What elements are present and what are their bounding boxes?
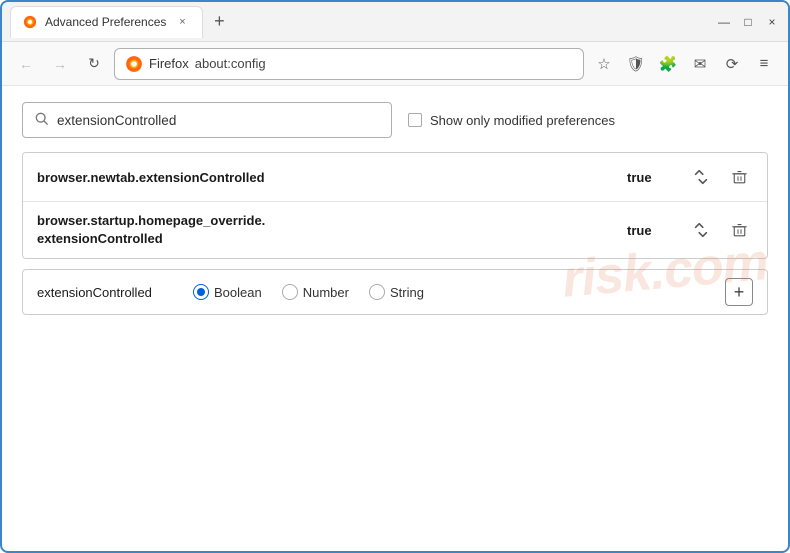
title-bar: Advanced Preferences × + — □ × xyxy=(2,2,788,42)
back-button[interactable]: ← xyxy=(12,50,40,78)
radio-number[interactable]: Number xyxy=(282,284,349,300)
shield-icon[interactable]: 🛡 xyxy=(622,50,650,78)
email-icon[interactable]: ✉ xyxy=(686,50,714,78)
firefox-favicon xyxy=(23,15,37,29)
delete-button-1[interactable] xyxy=(725,163,753,191)
type-radio-group: Boolean Number String xyxy=(193,284,424,300)
address-text: about:config xyxy=(195,56,266,71)
firefox-logo xyxy=(125,55,143,73)
maximize-button[interactable]: □ xyxy=(740,14,756,30)
address-bar[interactable]: Firefox about:config xyxy=(114,48,584,80)
search-icon xyxy=(35,112,49,129)
toggle-button-1[interactable] xyxy=(687,163,715,191)
pref-name-2: browser.startup.homepage_override. exten… xyxy=(37,212,627,248)
new-pref-row: extensionControlled Boolean Number Strin… xyxy=(22,269,768,315)
tab-title: Advanced Preferences xyxy=(45,15,166,29)
search-row: extensionControlled Show only modified p… xyxy=(22,102,768,138)
table-row: browser.newtab.extensionControlled true xyxy=(23,153,767,202)
radio-string-label: String xyxy=(390,285,424,300)
show-modified-checkbox[interactable] xyxy=(408,113,422,127)
toggle-button-2[interactable] xyxy=(687,216,715,244)
browser-tab[interactable]: Advanced Preferences × xyxy=(10,6,203,38)
show-modified-label: Show only modified preferences xyxy=(430,113,615,128)
radio-string-circle[interactable] xyxy=(369,284,385,300)
show-modified-row[interactable]: Show only modified preferences xyxy=(408,113,615,128)
pref-actions-1 xyxy=(687,163,753,191)
refresh-button[interactable]: ↻ xyxy=(80,50,108,78)
new-pref-name: extensionControlled xyxy=(37,285,177,300)
window-controls: — □ × xyxy=(716,14,780,30)
radio-number-circle[interactable] xyxy=(282,284,298,300)
pref-actions-2 xyxy=(687,216,753,244)
table-row: browser.startup.homepage_override. exten… xyxy=(23,202,767,258)
search-box[interactable]: extensionControlled xyxy=(22,102,392,138)
prefs-table: browser.newtab.extensionControlled true xyxy=(22,152,768,259)
bookmark-icon[interactable]: ☆ xyxy=(590,50,618,78)
radio-string[interactable]: String xyxy=(369,284,424,300)
new-tab-button[interactable]: + xyxy=(205,8,233,36)
sync-icon[interactable]: ⟳ xyxy=(718,50,746,78)
firefox-label: Firefox xyxy=(149,56,189,71)
pref-value-2: true xyxy=(627,223,667,238)
tab-close-button[interactable]: × xyxy=(174,14,190,30)
radio-boolean[interactable]: Boolean xyxy=(193,284,262,300)
radio-boolean-label: Boolean xyxy=(214,285,262,300)
forward-button[interactable]: → xyxy=(46,50,74,78)
add-pref-button[interactable]: + xyxy=(725,278,753,306)
search-input-value: extensionControlled xyxy=(57,113,176,128)
pref-value-1: true xyxy=(627,170,667,185)
extensions-icon[interactable]: 🧩 xyxy=(654,50,682,78)
pref-name-1: browser.newtab.extensionControlled xyxy=(37,170,627,185)
nav-icons-right: ☆ 🛡 🧩 ✉ ⟳ ≡ xyxy=(590,50,778,78)
close-button[interactable]: × xyxy=(764,14,780,30)
menu-button[interactable]: ≡ xyxy=(750,50,778,78)
delete-button-2[interactable] xyxy=(725,216,753,244)
radio-boolean-circle[interactable] xyxy=(193,284,209,300)
minimize-button[interactable]: — xyxy=(716,14,732,30)
nav-bar: ← → ↻ Firefox about:config ☆ 🛡 🧩 ✉ ⟳ xyxy=(2,42,788,86)
content-area: extensionControlled Show only modified p… xyxy=(2,86,788,331)
radio-number-label: Number xyxy=(303,285,349,300)
